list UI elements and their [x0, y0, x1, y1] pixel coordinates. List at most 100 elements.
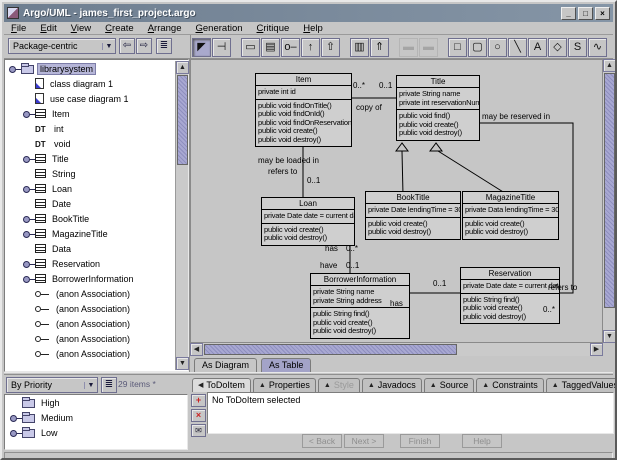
tree-item[interactable]: Item — [6, 106, 174, 121]
association-name-label[interactable]: refers to — [548, 283, 577, 292]
attribute[interactable]: private String name — [397, 90, 479, 99]
select-tool[interactable] — [192, 38, 211, 57]
scrollbar-thumb[interactable] — [204, 344, 457, 355]
chevron-down-icon[interactable]: ▼ — [84, 382, 97, 389]
attribute[interactable]: private int id — [256, 88, 351, 97]
operation[interactable]: public String find() — [461, 296, 559, 305]
menu-item[interactable]: Help — [296, 22, 330, 35]
expand-handle-icon[interactable] — [9, 413, 22, 423]
operation[interactable]: public void destroy() — [262, 234, 354, 243]
back-button[interactable]: < Back — [302, 434, 342, 448]
tree-item[interactable]: (anon Association) — [6, 301, 174, 316]
tree-item[interactable]: void — [6, 136, 174, 151]
multiplicity-label[interactable]: 0..* — [353, 81, 365, 90]
scroll-down-icon[interactable]: ▼ — [176, 357, 189, 370]
menu-item[interactable]: Generation — [189, 22, 250, 35]
operation[interactable]: public void create() — [256, 127, 351, 136]
spline-tool[interactable] — [568, 38, 587, 57]
operation[interactable]: public void create() — [311, 319, 409, 328]
operation[interactable]: public void findOnReservation() — [256, 119, 351, 128]
expand-handle-icon[interactable] — [22, 124, 35, 134]
diagram-view-tab[interactable]: As Table — [261, 358, 311, 372]
attribute[interactable]: private Date date = current date — [461, 282, 559, 291]
tree-item[interactable]: Title — [6, 151, 174, 166]
tree-item[interactable]: String — [6, 166, 174, 181]
tree-item[interactable]: (anon Association) — [6, 346, 174, 361]
multiplicity-label[interactable]: 0..* — [346, 244, 358, 253]
multiplicity-label[interactable]: 0..1 — [307, 176, 320, 185]
tree-item[interactable]: BorrowerInformation — [6, 271, 174, 286]
operation[interactable]: public void findOnId() — [256, 110, 351, 119]
diagram-canvas[interactable]: Item private int id public void findOnTi… — [190, 59, 603, 343]
details-tab[interactable]: ▲ Javadocs — [362, 378, 422, 392]
rectangle-tool[interactable] — [448, 38, 467, 57]
title-bar[interactable]: Argo/UML - james_first_project.argo _ □ … — [4, 4, 613, 22]
expand-handle-icon[interactable] — [9, 398, 22, 408]
association-name-label[interactable]: may be reserved in — [482, 112, 550, 121]
scrollbar-thumb[interactable] — [177, 75, 188, 165]
scroll-up-icon[interactable]: ▲ — [603, 59, 616, 72]
expand-handle-icon[interactable] — [22, 79, 35, 89]
association-name-label[interactable]: have — [320, 261, 337, 270]
details-tab[interactable]: ▲ Constraints — [476, 378, 543, 392]
expand-handle-icon[interactable] — [22, 244, 35, 254]
expand-handle-icon[interactable] — [22, 289, 35, 299]
horizontal-splitter[interactable] — [4, 372, 613, 375]
scroll-left-icon[interactable]: ◀ — [190, 343, 203, 356]
todo-priority-folder[interactable]: Medium — [5, 410, 187, 425]
aggregation-tool[interactable] — [350, 38, 369, 57]
association-name-label[interactable]: has — [390, 299, 403, 308]
association-tool[interactable] — [281, 38, 300, 57]
rounded-rectangle-tool[interactable] — [468, 38, 487, 57]
delete-todoitem-button[interactable]: × — [191, 409, 206, 422]
chevron-down-icon[interactable]: ▼ — [102, 43, 115, 50]
close-button[interactable]: × — [595, 7, 610, 20]
association-name-label[interactable]: may be loaded in — [258, 156, 319, 165]
operation-tool[interactable] — [419, 38, 438, 57]
todo-priority-folder[interactable]: Low — [5, 425, 187, 440]
next-button[interactable]: Next > — [344, 434, 384, 448]
todo-priority-folder[interactable]: High — [5, 395, 187, 410]
multiplicity-label[interactable]: 0..* — [543, 305, 555, 314]
expand-handle-icon[interactable] — [22, 94, 35, 104]
expand-handle-icon[interactable] — [22, 184, 35, 194]
operation[interactable]: public void findOnTitle() — [256, 102, 351, 111]
attribute[interactable]: private int reservationNumber — [397, 99, 479, 108]
operation[interactable]: public void destroy() — [366, 228, 460, 237]
operation[interactable]: public String find() — [311, 310, 409, 319]
expand-handle-icon[interactable] — [22, 154, 35, 164]
operation[interactable]: public void destroy() — [397, 129, 479, 138]
multiplicity-label[interactable]: 0..1 — [346, 261, 359, 270]
expand-handle-icon[interactable] — [22, 319, 35, 329]
menu-item[interactable]: File — [4, 22, 33, 35]
uml-class-magazinetitle[interactable]: MagazineTitle private Data lendingTime =… — [462, 191, 559, 240]
maximize-button[interactable]: □ — [578, 7, 593, 20]
details-tab[interactable]: ▲ Style — [318, 378, 360, 392]
operation[interactable]: public void create() — [262, 226, 354, 235]
text-tool[interactable] — [528, 38, 547, 57]
tree-item[interactable]: MagazineTitle — [6, 226, 174, 241]
diagram-view-tab[interactable]: As Diagram — [194, 358, 257, 372]
expand-handle-icon[interactable] — [22, 259, 35, 269]
tree-item[interactable]: class diagram 1 — [6, 76, 174, 91]
generalization-tool[interactable] — [301, 38, 320, 57]
tree-item[interactable]: (anon Association) — [6, 331, 174, 346]
uml-class-title[interactable]: Title private String nameprivate int res… — [396, 75, 480, 141]
multiplicity-label[interactable]: 0..1 — [379, 81, 392, 90]
menu-item[interactable]: Create — [98, 22, 141, 35]
tree-item[interactable]: int — [6, 121, 174, 136]
tree-item[interactable]: Loan — [6, 181, 174, 196]
uml-class-item[interactable]: Item private int id public void findOnTi… — [255, 73, 352, 147]
broom-tool[interactable] — [212, 38, 231, 57]
operation[interactable]: public void create() — [463, 220, 558, 229]
expand-handle-icon[interactable] — [22, 199, 35, 209]
attribute[interactable]: private Date date = current date — [262, 212, 354, 221]
expand-handle-icon[interactable] — [22, 214, 35, 224]
expand-handle-icon[interactable] — [22, 304, 35, 314]
finish-button[interactable]: Finish — [400, 434, 440, 448]
generalization-booktitle-title[interactable] — [402, 151, 403, 195]
generalization-magazinetitle-title[interactable] — [438, 151, 508, 195]
perspective-order-button[interactable]: ≣ — [156, 38, 172, 54]
expand-handle-icon[interactable] — [8, 64, 21, 74]
nav-back-button[interactable]: ⇦ — [119, 38, 135, 54]
